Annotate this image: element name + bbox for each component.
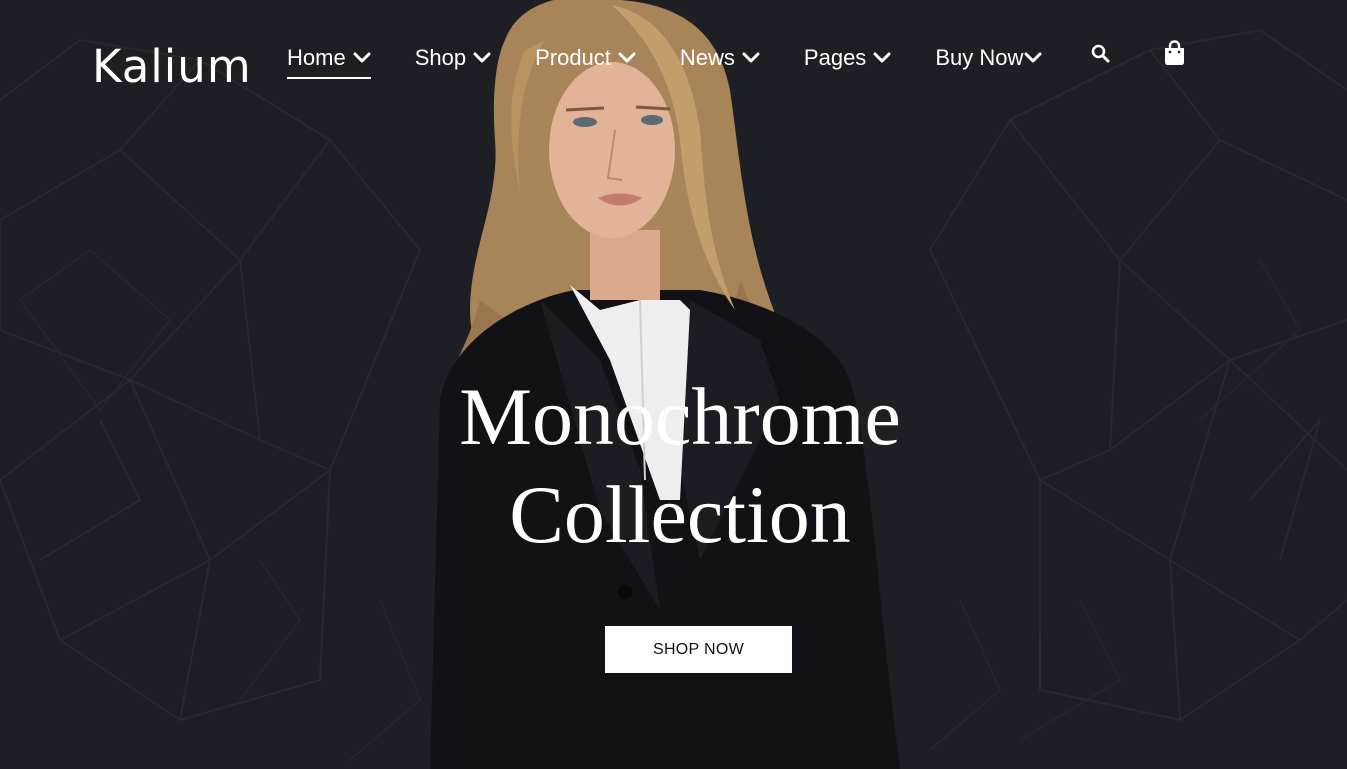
chevron-down-icon	[618, 52, 636, 63]
nav-shop[interactable]: Shop	[415, 41, 491, 75]
hero-headline-line-2: Collection	[509, 469, 851, 560]
chevron-down-icon	[873, 52, 891, 63]
hero-headline: Monochrome Collection	[380, 368, 980, 564]
chevron-down-icon	[742, 52, 760, 63]
shopping-bag-icon[interactable]	[1163, 40, 1186, 66]
nav-home-label: Home	[287, 45, 346, 70]
chevron-down-icon	[1024, 52, 1042, 63]
nav-product[interactable]: Product	[535, 41, 636, 75]
nav-buy-now[interactable]: Buy Now	[935, 41, 1042, 75]
nav-buy-now-label: Buy Now	[935, 45, 1024, 70]
nav-shop-label: Shop	[414, 45, 467, 70]
nav-news[interactable]: News	[680, 41, 760, 75]
logo[interactable]: Kalium	[92, 40, 252, 94]
nav-news-label: News	[679, 45, 735, 70]
search-icon[interactable]	[1091, 44, 1110, 63]
nav-pages-label: Pages	[803, 45, 867, 70]
chevron-down-icon	[473, 52, 491, 63]
chevron-down-icon	[353, 52, 371, 63]
nav-home[interactable]: Home	[287, 41, 371, 79]
nav-product-label: Product	[535, 45, 611, 70]
main-navigation: Home Shop Product News Pages Buy Now	[287, 38, 1042, 79]
shop-now-button[interactable]: SHOP NOW	[605, 626, 792, 673]
hero-headline-line-1: Monochrome	[459, 371, 901, 462]
nav-pages[interactable]: Pages	[804, 41, 891, 75]
